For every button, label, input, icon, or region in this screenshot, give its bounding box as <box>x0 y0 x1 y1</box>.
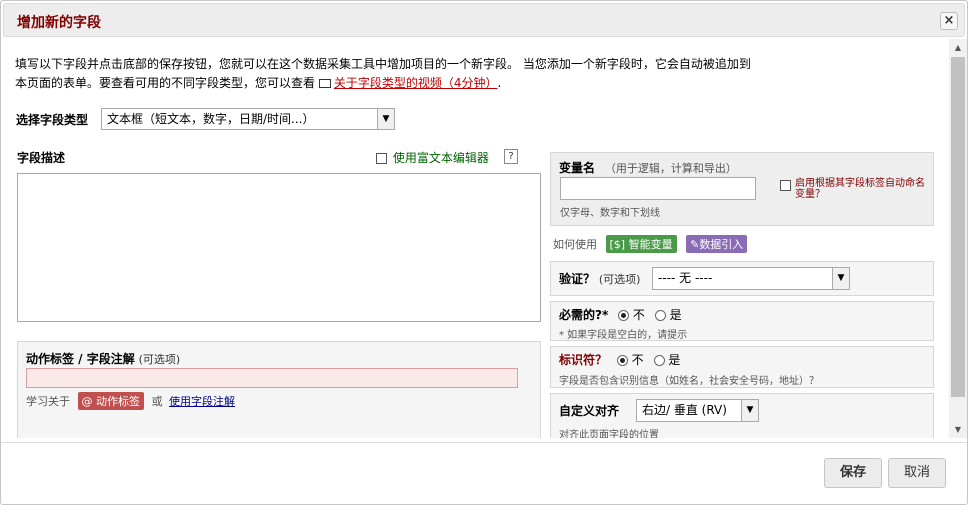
variable-title: 变量名 （用于逻辑，计算和导出） <box>559 159 737 176</box>
required-row: 必需的?* 不 是 <box>559 306 682 323</box>
action-tags-input[interactable] <box>26 368 518 388</box>
rich-text-toggle[interactable]: 使用富文本编辑器 <box>376 149 489 166</box>
required-no-radio[interactable] <box>618 310 630 321</box>
field-type-value: 文本框（短文本，数字，日期/时间...） <box>107 112 315 126</box>
or-text: 或 <box>151 395 163 408</box>
action-tags-learn-row: 学习关于 @ 动作标签 或 使用字段注解 <box>26 392 235 410</box>
rich-text-label: 使用富文本编辑器 <box>392 151 489 165</box>
field-type-select[interactable]: 文本框（短文本，数字，日期/时间...） ▼ <box>101 108 395 130</box>
identifier-note: 字段是否包含识别信息（如姓名，社会安全号码，地址）？ <box>559 376 819 387</box>
pencil-icon: ✎ <box>690 238 700 251</box>
identifier-no-radio[interactable] <box>616 355 628 366</box>
auto-name-label: 启用根据其字段标签自动命名变量？ <box>795 178 925 200</box>
learn-prefix: 学习关于 <box>26 395 70 408</box>
film-icon <box>318 79 331 88</box>
alignment-note: 对齐此页面字段的位置 <box>559 430 659 438</box>
action-tags-label: 动作标签 / 字段注解 <box>26 352 135 366</box>
alignment-value: 右边/ 垂直 (RV) <box>642 403 727 417</box>
intro-text: 填写以下字段并点击底部的保存按钮，您就可以在这个数据采集工具中增加项目的一个新字… <box>15 55 845 93</box>
required-yes-label: 是 <box>669 308 682 322</box>
variable-name-input[interactable] <box>560 177 756 200</box>
bracket-icon: [$] <box>609 238 626 251</box>
action-tags-optional: (可选项) <box>138 353 181 366</box>
required-label: 必需的?* <box>559 308 609 322</box>
vertical-scrollbar[interactable]: ▲ ▼ <box>949 39 967 438</box>
close-button[interactable]: × <box>940 12 958 30</box>
intro-line-2: 本页面的表单。要查看可用的不同字段类型，您可以查看 关于字段类型的视频（4分钟）… <box>15 74 845 93</box>
identifier-yes-label: 是 <box>668 353 681 367</box>
field-types-video-link[interactable]: 关于字段类型的视频（4分钟） <box>334 76 498 90</box>
identifier-no-label: 不 <box>631 353 644 367</box>
action-tag-badge[interactable]: @ 动作标签 <box>77 392 144 410</box>
alignment-label: 自定义对齐 <box>559 404 620 418</box>
how-to-use-label: 如何使用 <box>553 238 597 251</box>
identifier-label: 标识符？ <box>559 353 608 367</box>
scroll-up-arrow-icon[interactable]: ▲ <box>949 39 967 56</box>
variable-label: 变量名 <box>559 161 596 175</box>
scroll-thumb[interactable] <box>951 57 965 397</box>
variable-hint: （用于逻辑，计算和导出） <box>604 162 737 175</box>
intro-line-2-suffix: . <box>497 76 502 90</box>
validation-panel: 验证？ (可选项) ---- 无 ---- ▼ <box>550 261 934 296</box>
alignment-panel: 自定义对齐 右边/ 垂直 (RV) ▼ 对齐此页面字段的位置 <box>550 393 934 438</box>
chevron-down-icon: ▼ <box>741 400 758 421</box>
intro-line-2-prefix: 本页面的表单。要查看可用的不同字段类型，您可以查看 <box>15 76 319 90</box>
how-to-use-row: 如何使用 [$] 智能变量 ✎数据引入 <box>553 235 748 253</box>
smart-variables-label: 智能变量 <box>628 238 673 251</box>
validation-title: 验证？ (可选项) <box>559 270 640 287</box>
action-tags-title: 动作标签 / 字段注解 (可选项) <box>26 350 180 367</box>
validation-select[interactable]: ---- 无 ---- ▼ <box>652 267 850 290</box>
validation-optional: (可选项) <box>598 273 641 286</box>
alignment-select[interactable]: 右边/ 垂直 (RV) ▼ <box>636 399 759 422</box>
validation-label: 验证？ <box>559 272 596 286</box>
dialog-content[interactable]: 填写以下字段并点击底部的保存按钮，您就可以在这个数据采集工具中增加项目的一个新字… <box>1 39 949 438</box>
cancel-button[interactable]: 取消 <box>888 458 946 488</box>
validation-value: ---- 无 ---- <box>658 271 713 285</box>
scroll-down-arrow-icon[interactable]: ▼ <box>949 421 967 438</box>
dialog-footer: 保存 取消 <box>1 442 967 504</box>
variable-name-panel: 变量名 （用于逻辑，计算和导出） 仅字母、数字和下划线 启用根据其字段标签自动命… <box>550 152 934 226</box>
save-button[interactable]: 保存 <box>824 458 882 488</box>
field-type-label: 选择字段类型 <box>16 113 89 127</box>
required-panel: 必需的?* 不 是 * 如果字段是空白的，请提示 <box>550 301 934 341</box>
variable-note: 仅字母、数字和下划线 <box>560 208 660 219</box>
help-icon[interactable]: ? <box>504 149 518 164</box>
piping-button[interactable]: ✎数据引入 <box>686 235 748 253</box>
field-annotation-link[interactable]: 使用字段注解 <box>169 395 235 408</box>
required-no-label: 不 <box>632 308 645 322</box>
identifier-row: 标识符？ 不 是 <box>559 351 680 368</box>
add-field-dialog: 增加新的字段 × 填写以下字段并点击底部的保存按钮，您就可以在这个数据采集工具中… <box>0 0 968 505</box>
required-note: * 如果字段是空白的，请提示 <box>559 330 688 341</box>
piping-label: 数据引入 <box>699 238 744 251</box>
required-yes-radio[interactable] <box>654 310 666 321</box>
action-tags-panel: 动作标签 / 字段注解 (可选项) 学习关于 @ 动作标签 或 使用字段注解 <box>17 341 541 438</box>
auto-name-checkbox[interactable] <box>780 180 791 191</box>
identifier-panel: 标识符？ 不 是 字段是否包含识别信息（如姓名，社会安全号码，地址）？ <box>550 346 934 388</box>
smart-variables-button[interactable]: [$] 智能变量 <box>605 235 677 253</box>
rich-text-checkbox[interactable] <box>376 153 387 164</box>
description-label: 字段描述 <box>17 151 66 165</box>
chevron-down-icon: ▼ <box>377 109 394 129</box>
dialog-titlebar: 增加新的字段 × <box>3 3 965 37</box>
field-description-textarea[interactable] <box>17 173 541 322</box>
identifier-yes-radio[interactable] <box>653 355 665 366</box>
chevron-down-icon: ▼ <box>832 268 849 289</box>
intro-line-1: 填写以下字段并点击底部的保存按钮，您就可以在这个数据采集工具中增加项目的一个新字… <box>15 57 751 71</box>
dialog-title: 增加新的字段 <box>17 15 101 31</box>
